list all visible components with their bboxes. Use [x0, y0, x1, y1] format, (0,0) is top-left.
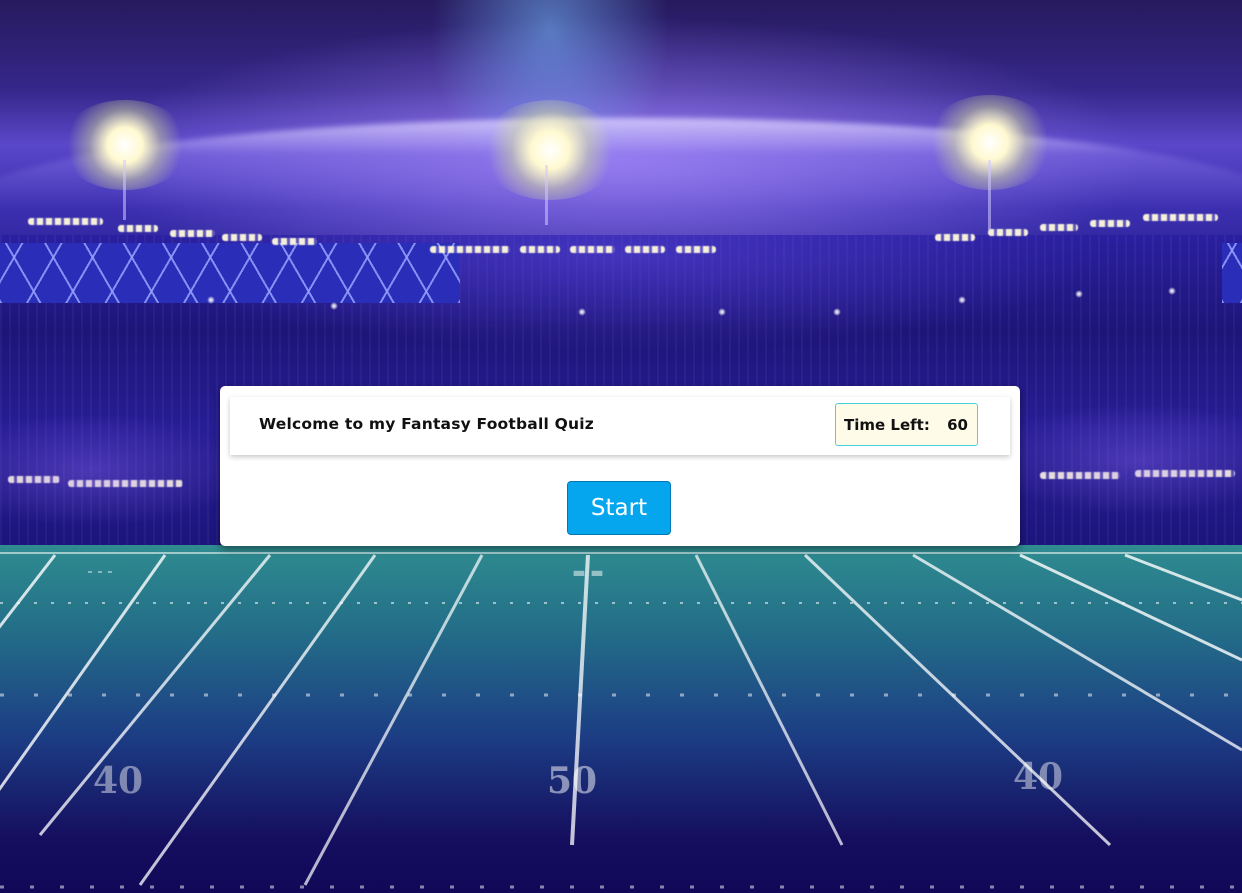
stand-lights: [170, 230, 215, 237]
stand-lights: [570, 246, 615, 253]
yard-line: [1124, 553, 1242, 602]
light-pole: [545, 165, 548, 225]
stand-lights: [28, 218, 103, 225]
stand-lights: [272, 238, 317, 245]
yard-line: [912, 553, 1242, 752]
yard-number-center: 50: [547, 760, 597, 802]
timer-box: Time Left: 60: [835, 403, 978, 446]
stand-lights: [935, 234, 975, 241]
quiz-title: Welcome to my Fantasy Football Quiz: [259, 415, 594, 433]
stand-lights: [118, 225, 158, 232]
flash-sparkle: [330, 302, 338, 310]
yard-line: [303, 554, 484, 886]
timer-label: Time Left:: [844, 415, 930, 434]
stand-lights: [520, 246, 560, 253]
stadium-truss: [1222, 243, 1242, 303]
football-field: - - - ▬ ▬ 40 50 40: [0, 545, 1242, 893]
stand-lights: [222, 234, 262, 241]
yard-line: [1019, 553, 1242, 662]
quiz-card: Welcome to my Fantasy Football Quiz Time…: [220, 386, 1020, 546]
timer-value: 60: [947, 415, 968, 434]
stand-lights: [676, 246, 716, 253]
yard-line: [138, 554, 377, 886]
stand-lights: [1090, 220, 1130, 227]
yard-number-right: 40: [1013, 756, 1063, 798]
stand-lights: [1040, 224, 1078, 231]
flash-sparkle: [1075, 290, 1083, 298]
flash-sparkle: [1168, 287, 1176, 295]
light-pole: [988, 160, 991, 230]
yard-line: [38, 554, 272, 836]
flash-sparkle: [207, 296, 215, 304]
flash-sparkle: [958, 296, 966, 304]
flash-sparkle: [833, 308, 841, 316]
stand-lights: [1143, 214, 1218, 221]
field-markings: - - - ▬ ▬ 40 50 40: [0, 552, 1242, 889]
far-yard-number: - - -: [87, 564, 112, 579]
quiz-header: Welcome to my Fantasy Football Quiz Time…: [230, 397, 1010, 455]
stadium-truss: [0, 243, 460, 303]
far-yard-number: ▬ ▬: [572, 565, 603, 581]
floodlight: [480, 100, 620, 200]
start-button[interactable]: Start: [567, 481, 671, 535]
stand-lights: [430, 246, 510, 253]
stand-lights: [988, 229, 1028, 236]
yard-line: [694, 554, 844, 846]
flash-sparkle: [578, 308, 586, 316]
flash-sparkle: [718, 308, 726, 316]
light-pole: [123, 160, 126, 220]
yard-number-left: 40: [93, 760, 143, 802]
stand-lights: [625, 246, 665, 253]
yard-line: [803, 553, 1112, 847]
